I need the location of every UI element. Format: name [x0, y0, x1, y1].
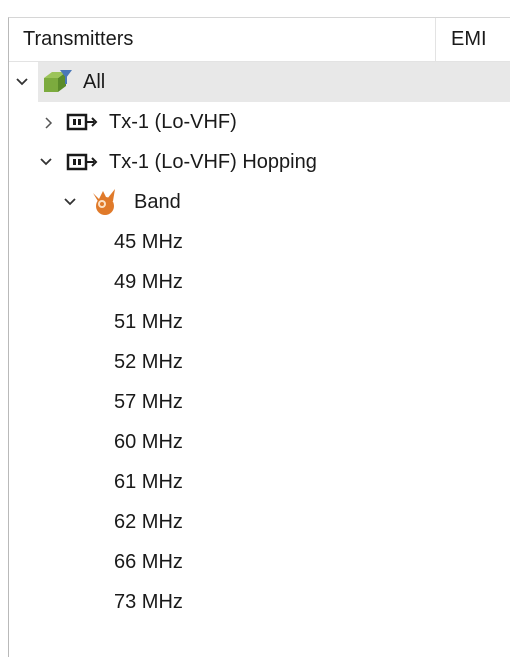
column-header-transmitters[interactable]: Transmitters [23, 18, 133, 61]
list-item[interactable]: 66 MHz [38, 542, 510, 582]
chevron-right-icon[interactable] [40, 115, 56, 131]
list-item[interactable]: 57 MHz [38, 382, 510, 422]
frequency-label: 62 MHz [114, 511, 183, 533]
column-header-bar: Transmitters EMI [9, 18, 510, 62]
frequency-label: 45 MHz [114, 231, 183, 253]
chevron-down-icon[interactable] [38, 154, 54, 170]
list-item[interactable]: 60 MHz [38, 422, 510, 462]
list-item[interactable]: 45 MHz [38, 222, 510, 262]
list-item[interactable]: 61 MHz [38, 462, 510, 502]
frequency-label: 51 MHz [114, 311, 183, 333]
tree-node-tx1-hopping[interactable]: Tx-1 (Lo-VHF) Hopping [38, 142, 510, 182]
list-item[interactable]: 52 MHz [38, 342, 510, 382]
frequency-label: 73 MHz [114, 591, 183, 613]
column-separator[interactable] [435, 18, 436, 61]
list-item[interactable]: 49 MHz [38, 262, 510, 302]
transmitter-group-icon [42, 68, 74, 101]
frequency-label: 52 MHz [114, 351, 183, 373]
tree-node-band[interactable]: Band [60, 182, 510, 222]
tree-node-band-label: Band [134, 191, 181, 213]
list-item[interactable]: 73 MHz [38, 582, 510, 622]
column-header-emi[interactable]: EMI [451, 18, 487, 61]
band-icon [89, 187, 121, 222]
transmitter-icon [66, 112, 102, 137]
tree-node-tx1-label: Tx-1 (Lo-VHF) [109, 111, 237, 133]
tree-node-tx1[interactable]: Tx-1 (Lo-VHF) [38, 102, 510, 142]
frequency-label: 66 MHz [114, 551, 183, 573]
tree-node-all-label: All [83, 71, 106, 93]
frequency-label: 60 MHz [114, 431, 183, 453]
tree-node-all[interactable]: All [38, 62, 510, 102]
transmitter-icon [66, 152, 102, 177]
frequency-label: 57 MHz [114, 391, 183, 413]
frequency-label: 49 MHz [114, 271, 183, 293]
frequency-label: 61 MHz [114, 471, 183, 493]
tree-node-tx1-hopping-label: Tx-1 (Lo-VHF) Hopping [109, 151, 317, 173]
list-item[interactable]: 62 MHz [38, 502, 510, 542]
list-item[interactable]: 51 MHz [38, 302, 510, 342]
chevron-down-icon[interactable] [14, 74, 30, 90]
chevron-down-icon[interactable] [62, 194, 78, 210]
